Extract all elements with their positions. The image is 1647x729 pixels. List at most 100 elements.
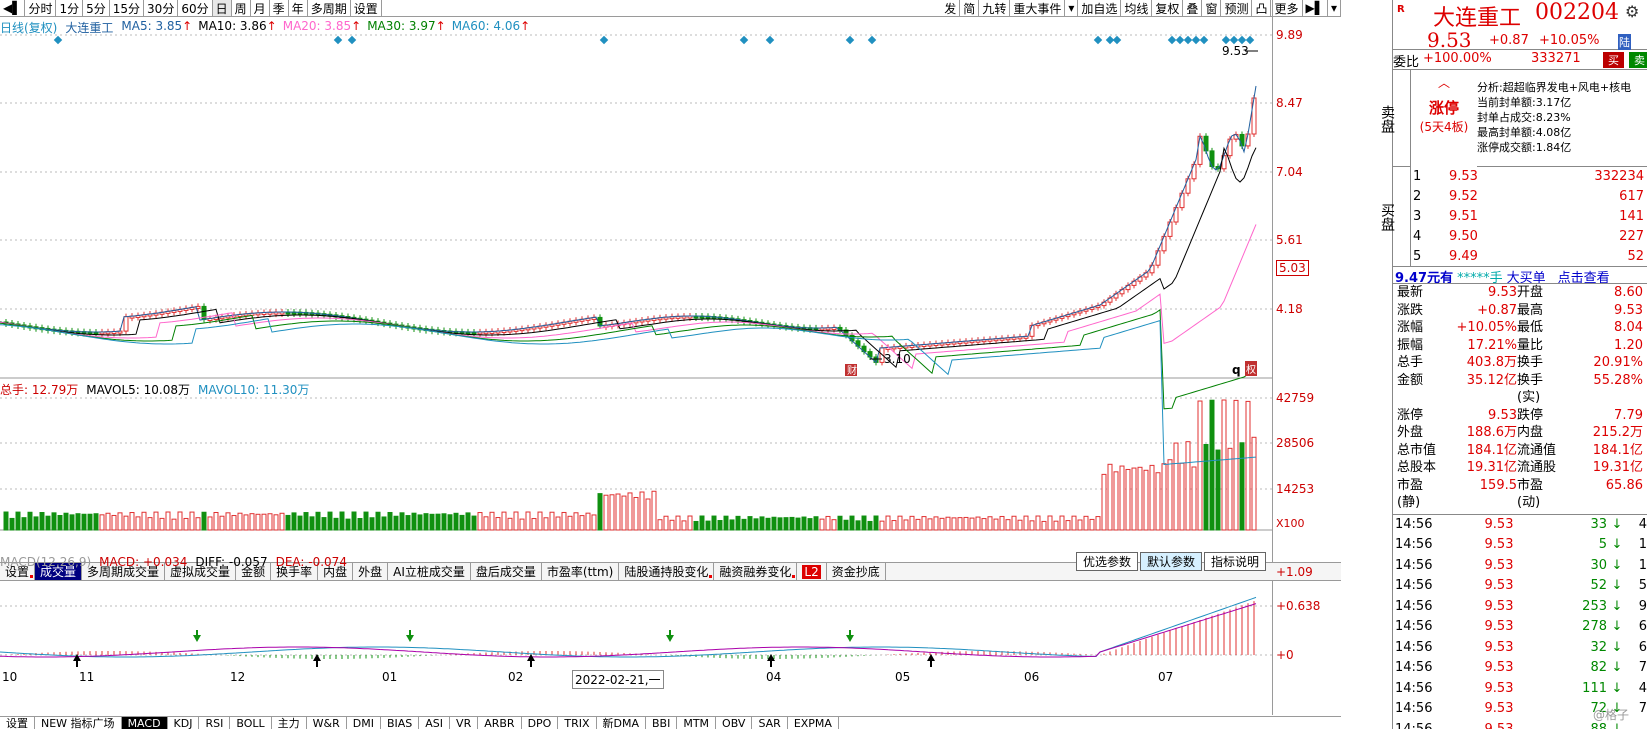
bottom-tab-12[interactable]: ARBR (478, 717, 522, 729)
bottom-tab-15[interactable]: 新DMA (597, 717, 646, 729)
period-tab-4[interactable]: 30分 (144, 0, 179, 16)
bottom-tab-20[interactable]: EXPMA (788, 717, 839, 729)
toolbar-right-12[interactable]: 更多 (1271, 0, 1303, 16)
bottom-tab-9[interactable]: BIAS (381, 717, 420, 729)
volume-bar (1161, 463, 1167, 531)
bottom-tab-14[interactable]: TRIX (558, 717, 597, 729)
signal-diamond-icon (333, 35, 343, 45)
volume-bar (303, 512, 309, 531)
indicator-tab-7[interactable]: 外盘 (353, 563, 389, 580)
volume-bar (345, 518, 351, 531)
prev-nav-icon[interactable]: ◀▌ (0, 0, 26, 16)
volume-bar (399, 512, 405, 531)
volume-bar (543, 517, 549, 531)
toolbar-right-3[interactable]: 重大事件 (1010, 0, 1066, 16)
period-tab-10[interactable]: 年 (289, 0, 308, 16)
volume-bar (1113, 471, 1119, 531)
indicator-tab-12[interactable]: 融资融券变化 (714, 563, 798, 580)
bottom-tab-4[interactable]: RSI (199, 717, 231, 729)
big-order-bar[interactable]: 9.47元有 *****手 大买单 点击查看 (1393, 267, 1647, 284)
x-axis-label: 10 (2, 670, 18, 684)
toolbar-right-14[interactable]: ▾ (1328, 0, 1341, 16)
period-tab-7[interactable]: 周 (232, 0, 251, 16)
signal-diamond-icon (845, 35, 855, 45)
bottom-tab-2[interactable]: MACD (121, 717, 168, 729)
ma-line-1 (0, 146, 1257, 369)
gear-icon[interactable]: ⚙ (1625, 2, 1639, 21)
toolbar-right-7[interactable]: 复权 (1152, 0, 1184, 16)
bottom-tab-10[interactable]: ASI (419, 717, 451, 729)
vol-legend-1: MAVOL5: 10.08万 (86, 383, 190, 397)
toolbar-right-10[interactable]: 预测 (1221, 0, 1253, 16)
volume-bar (381, 516, 387, 531)
indicator-tab-10[interactable]: 市盈率(ttm) (542, 563, 620, 580)
bottom-tab-6[interactable]: 主力 (272, 717, 307, 729)
bottom-tab-18[interactable]: OBV (716, 717, 753, 729)
volume-bar (297, 515, 303, 531)
bottom-tab-1[interactable]: NEW 指标广场 (35, 717, 122, 729)
toolbar-right-5[interactable]: 加自选 (1078, 0, 1122, 16)
period-tab-0[interactable]: 分时 (25, 0, 57, 16)
toolbar-right-2[interactable]: 九转 (979, 0, 1011, 16)
period-tab-9[interactable]: 季 (270, 0, 289, 16)
period-tab-11[interactable]: 多周期 (308, 0, 351, 16)
signal-diamond-icon (1167, 35, 1177, 45)
macd-button-1[interactable]: 默认参数 (1140, 552, 1203, 571)
toolbar-right-11[interactable]: 凸 (1252, 0, 1272, 16)
volume-bar (681, 520, 687, 531)
toolbar-right-4[interactable]: ▾ (1065, 0, 1079, 16)
bottom-tab-0[interactable]: 设置 (0, 717, 35, 729)
bottom-tab-5[interactable]: BOLL (230, 717, 272, 729)
volume-bar (1065, 520, 1071, 531)
sell-button[interactable]: 卖 (1629, 52, 1647, 68)
toolbar-right-0[interactable]: 发 (941, 0, 961, 16)
period-tab-6[interactable]: 日 (212, 0, 232, 16)
indicator-tab-11[interactable]: 陆股通持股变化 (619, 563, 715, 580)
indicator-tab-8[interactable]: AI立桩成交量 (388, 563, 471, 580)
bottom-tab-11[interactable]: VR (450, 717, 479, 729)
toolbar-right-1[interactable]: 简 (960, 0, 980, 16)
macd-button-2[interactable]: 指标说明 (1204, 552, 1267, 571)
buy-arrow-icon (527, 654, 535, 667)
collapse-icon[interactable]: ︿ (1411, 74, 1477, 91)
bottom-tab-16[interactable]: BBI (646, 717, 678, 729)
volume-bar (1053, 520, 1059, 531)
volume-bar (765, 517, 771, 531)
price-axis-label: 5.03 (1276, 260, 1309, 276)
volume-bar (243, 514, 249, 531)
signal-diamond-icon (1199, 35, 1209, 45)
period-tab-2[interactable]: 5分 (83, 0, 110, 16)
volume-bar (1179, 462, 1185, 531)
bottom-tab-19[interactable]: SAR (752, 717, 788, 729)
volume-bar (579, 515, 585, 531)
stat-row: 涨停 9.53 跌停 7.79 (1397, 407, 1643, 423)
indicator-tab-13[interactable]: L2 (797, 563, 827, 580)
volume-bar (99, 514, 105, 531)
bottom-tab-3[interactable]: KDJ (168, 717, 200, 729)
x-axis-label: 11 (79, 670, 95, 684)
hk-connect-badge: 陆 (1618, 34, 1631, 50)
toolbar-right-8[interactable]: 叠 (1183, 0, 1203, 16)
volume-bar (1209, 399, 1215, 531)
period-tab-5[interactable]: 60分 (178, 0, 213, 16)
indicator-tab-9[interactable]: 盘后成交量 (471, 563, 542, 580)
volume-bar (27, 511, 33, 531)
macd-button-0[interactable]: 优选参数 (1076, 552, 1139, 571)
period-tab-8[interactable]: 月 (251, 0, 270, 16)
toolbar-right-6[interactable]: 均线 (1121, 0, 1153, 16)
bottom-tab-13[interactable]: DPO (522, 717, 559, 729)
big-order-view-link[interactable]: 点击查看 (1558, 267, 1610, 283)
buy-button[interactable]: 买 (1603, 52, 1624, 68)
volume-bar (729, 519, 735, 531)
period-tab-3[interactable]: 15分 (110, 0, 145, 16)
bottom-tab-7[interactable]: W&R (307, 717, 347, 729)
bottom-tab-17[interactable]: MTM (677, 717, 717, 729)
toolbar-right-13[interactable]: ▶▌ (1303, 0, 1328, 16)
kline-chart[interactable]: 9.53 3.10 财 q 权 (0, 30, 1341, 715)
period-tab-12[interactable]: 设置 (351, 0, 382, 16)
period-tab-1[interactable]: 1分 (56, 0, 84, 16)
bottom-tab-8[interactable]: DMI (347, 717, 381, 729)
period-toolbar: ◀▌ 分时 1分 5分 15分 30分 60分日周月季年多周期 设置 发简九转 重大事件 ▾ 加自… (0, 0, 1341, 17)
indicator-tab-14[interactable]: 资金抄底 (827, 563, 886, 580)
toolbar-right-9[interactable]: 窗 (1202, 0, 1222, 16)
